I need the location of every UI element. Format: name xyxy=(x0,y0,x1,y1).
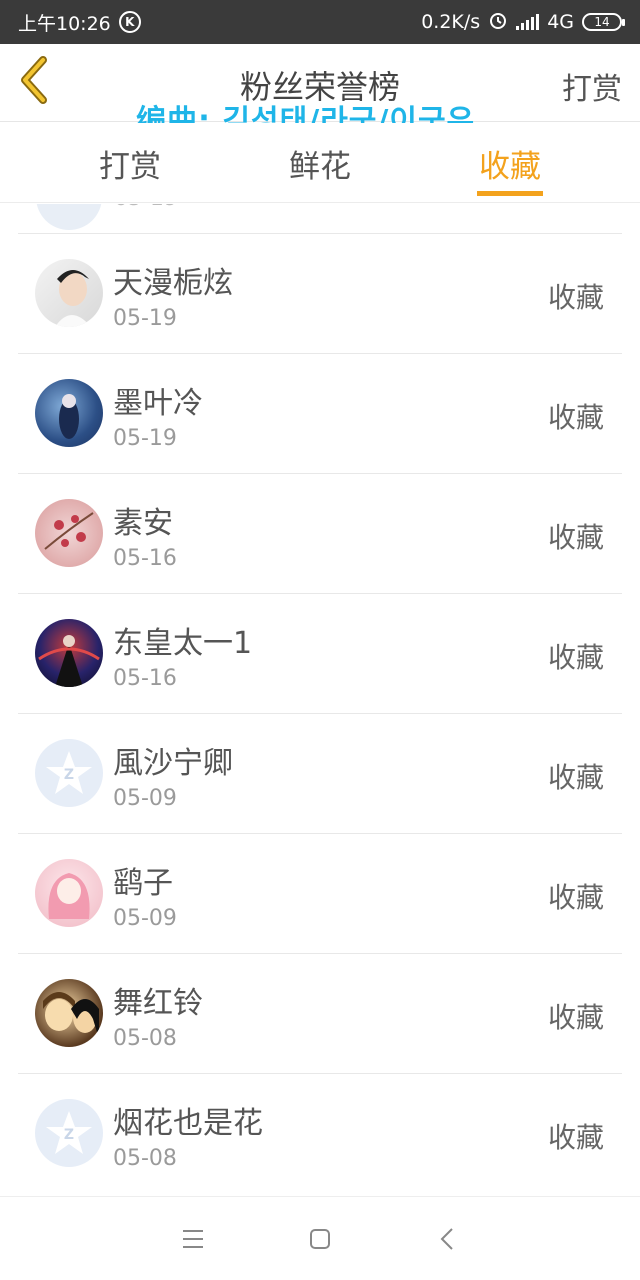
k-notification-icon: K xyxy=(118,11,141,33)
active-tab-indicator xyxy=(477,191,543,196)
battery-level: 14 xyxy=(594,15,610,29)
list-item-name: 天漫栀炫 xyxy=(113,266,233,301)
avatar: Z xyxy=(35,739,103,807)
list-item[interactable]: 素安 05-16 收藏 xyxy=(18,474,622,594)
avatar xyxy=(35,499,103,567)
default-star-avatar-icon: Z xyxy=(46,751,92,794)
battery-icon: 14 xyxy=(582,13,625,31)
avatar xyxy=(36,204,102,230)
list-item-name: 舞红铃 xyxy=(113,986,203,1021)
tab-reward[interactable]: 打赏 xyxy=(70,141,190,186)
list-item-date: 05-09 xyxy=(113,906,177,931)
avatar xyxy=(35,979,103,1047)
list-item-date: 05-19 xyxy=(113,306,177,331)
list-item-partial: 05-19 xyxy=(18,204,622,234)
list-item-name: 烟花也是花 xyxy=(113,1106,263,1141)
list-item-action: 收藏 xyxy=(547,401,604,434)
list-item-date: 05-19 xyxy=(113,426,177,451)
avatar xyxy=(35,619,103,687)
list-item[interactable]: 东皇太一1 05-16 收藏 xyxy=(18,594,622,714)
tab-favorites[interactable]: 收藏 xyxy=(450,141,570,186)
menu-button[interactable] xyxy=(163,1209,223,1269)
list-item[interactable]: Z 風沙宁卿 05-09 收藏 xyxy=(18,714,622,834)
system-nav-bar xyxy=(0,1196,640,1280)
list-item-name: 鹞子 xyxy=(113,866,173,901)
alarm-icon xyxy=(488,10,508,35)
avatar xyxy=(35,859,103,927)
tab-flowers[interactable]: 鲜花 xyxy=(260,141,380,186)
list-item-action: 收藏 xyxy=(547,641,604,674)
list-item-name: 風沙宁卿 xyxy=(113,746,233,781)
back-chevron-icon xyxy=(440,1227,453,1250)
menu-icon xyxy=(183,1229,204,1248)
list-item-date: 05-16 xyxy=(113,546,177,571)
list-item-name: 东皇太一1 xyxy=(113,626,253,661)
network-type: 4G xyxy=(547,11,574,33)
list-item-date: 05-08 xyxy=(113,1026,177,1051)
signal-icon xyxy=(516,14,540,30)
list-item-action: 收藏 xyxy=(547,521,604,554)
home-button[interactable] xyxy=(290,1209,350,1269)
list-item-action: 收藏 xyxy=(547,761,604,794)
list-item[interactable]: Z 烟花也是花 05-08 收藏 xyxy=(18,1074,622,1192)
status-time: 上午10:26 xyxy=(18,12,111,35)
default-star-avatar-icon: Z xyxy=(46,1111,92,1154)
list-item-date: 05-08 xyxy=(113,1146,177,1171)
fan-list[interactable]: 05-19 天漫栀炫 05-19 收藏 墨叶冷 05-19 收藏 素安 05-1… xyxy=(0,204,640,1192)
list-item[interactable]: 墨叶冷 05-19 收藏 xyxy=(18,354,622,474)
list-item[interactable]: 鹞子 05-09 收藏 xyxy=(18,834,622,954)
list-item-date: 05-09 xyxy=(113,786,177,811)
network-speed: 0.2K/s xyxy=(421,11,481,33)
avatar xyxy=(35,259,103,327)
svg-text:Z: Z xyxy=(64,1127,74,1143)
list-item-date: 05-16 xyxy=(113,666,177,691)
list-item[interactable]: 天漫栀炫 05-19 收藏 xyxy=(18,234,622,354)
svg-text:Z: Z xyxy=(64,767,74,783)
list-item-action: 收藏 xyxy=(547,1001,604,1034)
tab-bar: 打赏 鲜花 收藏 xyxy=(0,123,640,203)
avatar xyxy=(35,379,103,447)
list-item-date: 05-19 xyxy=(114,204,178,211)
list-item-action: 收藏 xyxy=(547,881,604,914)
app-header: 粉丝荣誉榜 打赏 编曲: 김성태/라군/이군우 xyxy=(0,44,640,139)
list-item-name: 素安 xyxy=(113,506,173,541)
status-bar: 上午10:26 K 0.2K/s 4G 14 xyxy=(0,0,640,44)
system-back-button[interactable] xyxy=(417,1209,477,1269)
list-item[interactable]: 舞红铃 05-08 收藏 xyxy=(18,954,622,1074)
reward-button[interactable]: 打赏 xyxy=(562,64,622,108)
list-item-name: 墨叶冷 xyxy=(113,386,203,421)
list-item-action: 收藏 xyxy=(547,281,604,314)
avatar: Z xyxy=(35,1099,103,1167)
list-item-action: 收藏 xyxy=(547,1121,604,1154)
home-square-icon xyxy=(309,1228,330,1249)
